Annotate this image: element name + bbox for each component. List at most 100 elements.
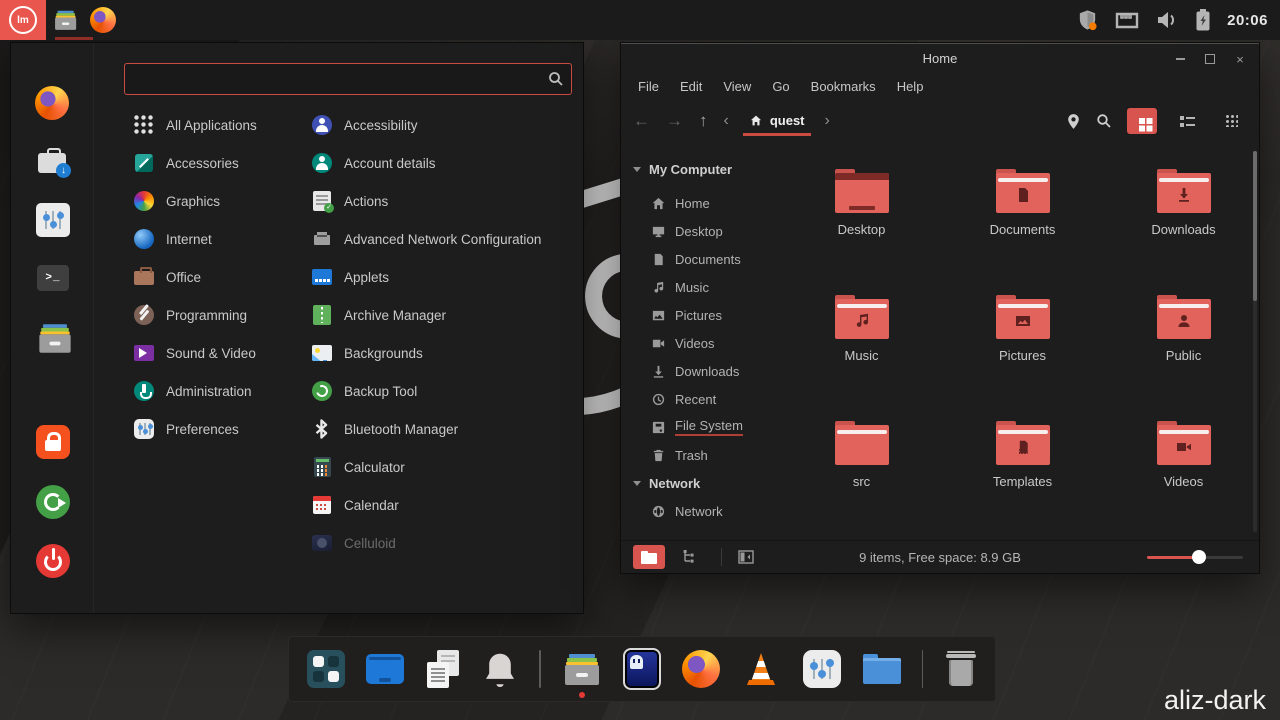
folder-downloads[interactable]: Downloads bbox=[1124, 155, 1244, 281]
folder-src[interactable]: src bbox=[802, 407, 922, 533]
dock-documents[interactable] bbox=[425, 646, 461, 692]
app-calculator[interactable]: Calculator bbox=[311, 448, 579, 486]
category-office[interactable]: Office bbox=[133, 258, 309, 296]
hide-sidebar-button[interactable] bbox=[730, 545, 762, 569]
sidebar-item-music[interactable]: Music bbox=[621, 273, 776, 301]
clock[interactable]: 20:06 bbox=[1227, 12, 1268, 29]
menu-button[interactable]: lm bbox=[0, 0, 46, 40]
up-button[interactable]: ↑ bbox=[699, 111, 708, 131]
forward-button[interactable]: → bbox=[666, 111, 683, 131]
folder-templates[interactable]: Templates bbox=[963, 407, 1083, 533]
lock-screen-icon bbox=[36, 425, 70, 459]
back-button[interactable]: ← bbox=[633, 111, 650, 131]
search-icon[interactable] bbox=[1096, 113, 1112, 129]
app-calendar[interactable]: Calendar bbox=[311, 486, 579, 524]
sidebar-item-file-system[interactable]: File System bbox=[621, 413, 776, 441]
menu-file[interactable]: File bbox=[638, 79, 659, 94]
archive-manager-icon bbox=[313, 305, 331, 325]
compact-view-button[interactable] bbox=[1217, 108, 1247, 134]
menu-edit[interactable]: Edit bbox=[680, 79, 702, 94]
menu-lock-screen-button[interactable] bbox=[35, 424, 71, 460]
dock-firefox[interactable] bbox=[682, 646, 720, 692]
dock-show-desktop[interactable] bbox=[366, 646, 404, 692]
folder-public[interactable]: Public bbox=[1124, 281, 1244, 407]
menu-files-shortcut[interactable] bbox=[35, 318, 71, 354]
category-graphics[interactable]: Graphics bbox=[133, 182, 309, 220]
menu-software-manager-shortcut[interactable]: ↓ bbox=[35, 144, 71, 180]
folder-videos[interactable]: Videos bbox=[1124, 407, 1244, 533]
app-bluetooth-manager[interactable]: Bluetooth Manager bbox=[311, 410, 579, 448]
battery-icon[interactable] bbox=[1195, 8, 1211, 32]
sidebar-item-videos[interactable]: Videos bbox=[621, 329, 776, 357]
scrollbar[interactable] bbox=[1253, 151, 1257, 532]
app-advanced-network-configuration[interactable]: Advanced Network Configuration bbox=[311, 220, 579, 258]
zoom-slider[interactable] bbox=[1147, 550, 1243, 564]
section-network[interactable]: Network bbox=[621, 469, 776, 497]
dock-app-grid[interactable] bbox=[307, 646, 345, 692]
category-accessories[interactable]: Accessories bbox=[133, 144, 309, 182]
dock-files-folder[interactable] bbox=[863, 646, 901, 692]
network-icon[interactable] bbox=[1115, 9, 1139, 31]
menu-bookmarks[interactable]: Bookmarks bbox=[811, 79, 876, 94]
places-toggle-button[interactable] bbox=[633, 545, 665, 569]
category-administration[interactable]: Administration bbox=[133, 372, 309, 410]
sidebar-item-recent[interactable]: Recent bbox=[621, 385, 776, 413]
slider-knob[interactable] bbox=[1192, 550, 1206, 564]
app-accessibility[interactable]: Accessibility bbox=[311, 106, 579, 144]
sidebar-item-pictures[interactable]: Pictures bbox=[621, 301, 776, 329]
folder-documents[interactable]: Documents bbox=[963, 155, 1083, 281]
breadcrumb-home-button[interactable]: quest bbox=[739, 107, 815, 136]
category-internet[interactable]: Internet bbox=[133, 220, 309, 258]
app-actions[interactable]: Actions bbox=[311, 182, 579, 220]
sidebar-item-desktop[interactable]: Desktop bbox=[621, 217, 776, 245]
volume-icon[interactable] bbox=[1155, 9, 1179, 31]
menu-go[interactable]: Go bbox=[772, 79, 789, 94]
app-account-details[interactable]: Account details bbox=[311, 144, 579, 182]
sidebar-item-documents[interactable]: Documents bbox=[621, 245, 776, 273]
close-button[interactable]: × bbox=[1233, 52, 1247, 66]
sidebar-item-network[interactable]: Network bbox=[621, 497, 776, 525]
sidebar-item-trash[interactable]: Trash bbox=[621, 441, 776, 469]
minimize-button[interactable] bbox=[1173, 52, 1187, 66]
panel-firefox-launcher[interactable] bbox=[84, 0, 122, 40]
app-celluloid[interactable]: Celluloid bbox=[311, 524, 579, 562]
breadcrumb-scroll-right-icon[interactable]: › bbox=[825, 112, 830, 130]
panel-file-manager-launcher[interactable] bbox=[46, 0, 84, 40]
folder-music[interactable]: Music bbox=[802, 281, 922, 407]
icon-view-button[interactable] bbox=[1127, 108, 1157, 134]
app-applets[interactable]: Applets bbox=[311, 258, 579, 296]
dock-trash[interactable] bbox=[944, 646, 977, 692]
dock-notifications[interactable] bbox=[482, 646, 518, 692]
folder-desktop[interactable]: Desktop bbox=[802, 155, 922, 281]
menu-search-input[interactable] bbox=[124, 63, 572, 95]
folder-pictures[interactable]: Pictures bbox=[963, 281, 1083, 407]
menu-shutdown-button[interactable] bbox=[35, 543, 71, 579]
menu-help[interactable]: Help bbox=[897, 79, 924, 94]
menu-terminal-shortcut[interactable]: >_ bbox=[35, 260, 71, 296]
category-sound-video[interactable]: Sound & Video bbox=[133, 334, 309, 372]
breadcrumb-scroll-left-icon[interactable]: ‹ bbox=[724, 112, 729, 130]
update-shield-icon[interactable] bbox=[1076, 8, 1099, 32]
app-backgrounds[interactable]: Backgrounds bbox=[311, 334, 579, 372]
location-pin-icon[interactable] bbox=[1066, 113, 1081, 130]
category-preferences[interactable]: Preferences bbox=[133, 410, 309, 448]
sidebar-item-downloads[interactable]: Downloads bbox=[621, 357, 776, 385]
dock-file-manager[interactable] bbox=[562, 646, 602, 692]
section-my-computer[interactable]: My Computer bbox=[621, 155, 776, 183]
menu-firefox-shortcut[interactable] bbox=[35, 86, 71, 122]
category-all-applications[interactable]: All Applications bbox=[133, 106, 309, 144]
dock-system-settings[interactable] bbox=[802, 646, 842, 692]
category-programming[interactable]: Programming bbox=[133, 296, 309, 334]
menu-view[interactable]: View bbox=[723, 79, 751, 94]
app-archive-manager[interactable]: Archive Manager bbox=[311, 296, 579, 334]
treeview-toggle-button[interactable] bbox=[673, 545, 705, 569]
app-backup-tool[interactable]: Backup Tool bbox=[311, 372, 579, 410]
menu-system-settings-shortcut[interactable] bbox=[35, 202, 71, 238]
scrollbar-thumb[interactable] bbox=[1253, 151, 1257, 301]
list-view-button[interactable] bbox=[1172, 108, 1202, 134]
sidebar-item-home[interactable]: Home bbox=[621, 189, 776, 217]
dock-ghost-terminal[interactable] bbox=[623, 646, 661, 692]
restore-button[interactable] bbox=[1203, 52, 1217, 66]
menu-logout-button[interactable] bbox=[35, 484, 71, 520]
dock-vlc[interactable] bbox=[741, 646, 781, 692]
